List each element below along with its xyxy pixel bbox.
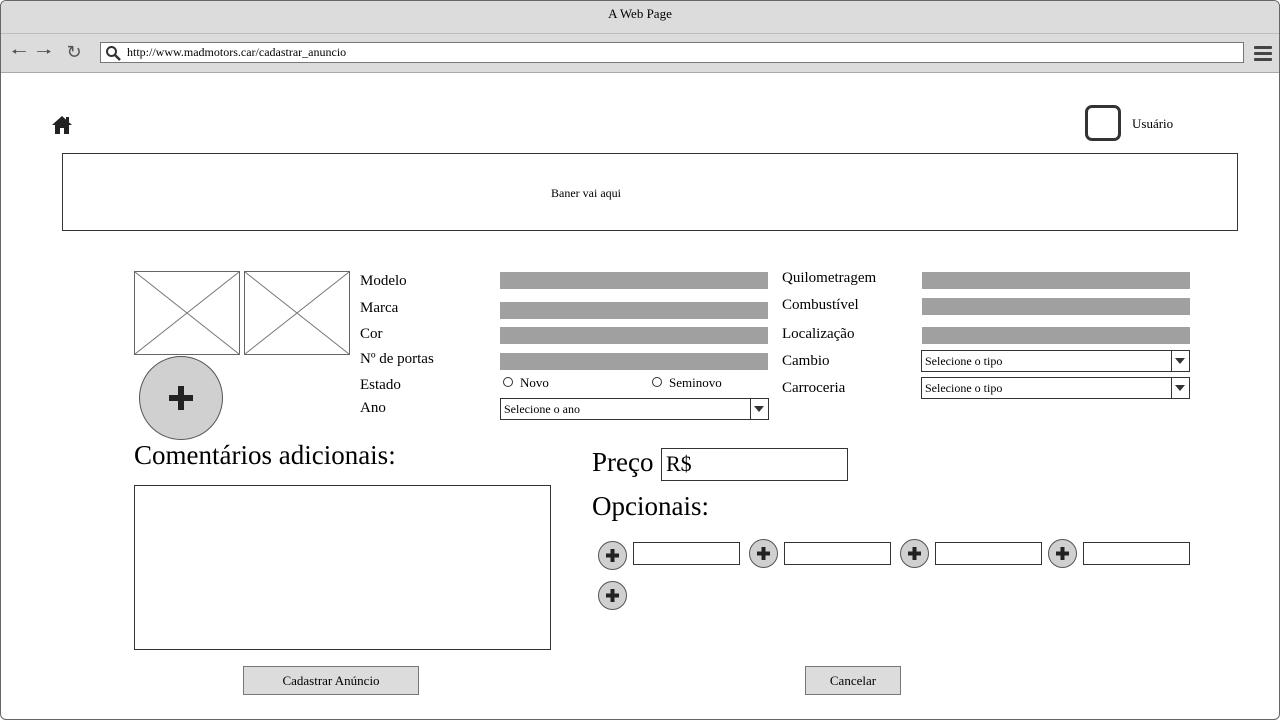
cancel-button[interactable]: Cancelar <box>805 666 901 695</box>
chevron-down-icon <box>1171 351 1189 371</box>
submit-listing-button[interactable]: Cadastrar Anúncio <box>243 666 419 695</box>
label-portas: Nº de portas <box>360 351 434 367</box>
plus-icon <box>757 547 770 560</box>
estado-novo-label: Novo <box>520 375 549 390</box>
ano-select[interactable]: Selecione o ano <box>500 398 769 420</box>
label-cambio: Cambio <box>782 353 830 369</box>
plus-icon <box>606 589 619 602</box>
label-combustivel: Combustível <box>782 297 859 313</box>
add-optional-button[interactable] <box>598 581 627 610</box>
browser-window: A Web Page 🠐 🠒 ↻ http://www.madmotors.ca… <box>0 0 1280 720</box>
window-title: A Web Page <box>1 1 1279 34</box>
optional-input[interactable] <box>1083 542 1190 565</box>
search-icon <box>106 46 121 61</box>
add-photo-button[interactable] <box>139 356 223 440</box>
label-cor: Cor <box>360 326 383 342</box>
estado-seminovo-radio[interactable] <box>652 377 662 387</box>
image-placeholder-1 <box>134 271 240 355</box>
label-carroceria: Carroceria <box>782 380 846 396</box>
banner: Baner vai aqui <box>62 153 1238 231</box>
cambio-select-value: Selecione o tipo <box>925 354 1003 368</box>
url-text: http://www.madmotors.car/cadastrar_anunc… <box>127 45 347 59</box>
ano-select-value: Selecione o ano <box>504 402 580 416</box>
quilometragem-input[interactable] <box>922 272 1190 289</box>
image-placeholder-icon <box>135 272 239 354</box>
modelo-input[interactable] <box>500 272 768 289</box>
optional-input[interactable] <box>633 542 740 565</box>
label-modelo: Modelo <box>360 273 407 289</box>
user-label[interactable]: Usuário <box>1132 116 1173 132</box>
localizacao-input[interactable] <box>922 327 1190 344</box>
plus-icon <box>169 386 193 410</box>
label-ano: Ano <box>360 400 386 416</box>
combustivel-input[interactable] <box>922 298 1190 315</box>
portas-input[interactable] <box>500 353 768 370</box>
plus-icon <box>606 549 619 562</box>
estado-novo-radio[interactable] <box>503 377 513 387</box>
address-bar[interactable]: http://www.madmotors.car/cadastrar_anunc… <box>100 42 1244 63</box>
cambio-select[interactable]: Selecione o tipo <box>921 350 1190 372</box>
home-icon[interactable] <box>51 114 73 136</box>
comments-label: Comentários adicionais: <box>134 440 396 470</box>
add-optional-button[interactable] <box>900 539 929 568</box>
reload-icon[interactable]: ↻ <box>64 44 84 64</box>
hamburger-menu-icon[interactable] <box>1254 46 1272 62</box>
label-marca: Marca <box>360 300 399 316</box>
carroceria-select[interactable]: Selecione o tipo <box>921 377 1190 399</box>
plus-icon <box>908 547 921 560</box>
price-input[interactable]: R$ <box>661 448 848 481</box>
comments-textarea[interactable] <box>134 485 551 650</box>
add-optional-button[interactable] <box>598 541 627 570</box>
marca-input[interactable] <box>500 302 768 319</box>
chevron-down-icon <box>1171 378 1189 398</box>
optional-input[interactable] <box>935 542 1042 565</box>
add-optional-button[interactable] <box>1048 539 1077 568</box>
cor-input[interactable] <box>500 327 768 344</box>
image-placeholder-icon <box>245 272 349 354</box>
arrow-right-icon[interactable]: 🠒 <box>34 44 54 64</box>
optionals-label: Opcionais: <box>592 491 709 521</box>
image-placeholder-2 <box>244 271 350 355</box>
label-localizacao: Localização <box>782 326 855 342</box>
label-estado: Estado <box>360 377 401 393</box>
optional-input[interactable] <box>784 542 891 565</box>
add-optional-button[interactable] <box>749 539 778 568</box>
plus-icon <box>1056 547 1069 560</box>
browser-toolbar: 🠐 🠒 ↻ http://www.madmotors.car/cadastrar… <box>1 34 1279 73</box>
label-quilometragem: Quilometragem <box>782 270 877 286</box>
estado-seminovo-label: Seminovo <box>669 375 722 390</box>
chevron-down-icon <box>750 399 768 419</box>
carroceria-select-value: Selecione o tipo <box>925 381 1003 395</box>
banner-text: Baner vai aqui <box>551 186 621 200</box>
price-label: Preço <box>592 447 654 477</box>
user-avatar[interactable] <box>1085 105 1121 141</box>
arrow-left-icon[interactable]: 🠐 <box>9 44 29 64</box>
